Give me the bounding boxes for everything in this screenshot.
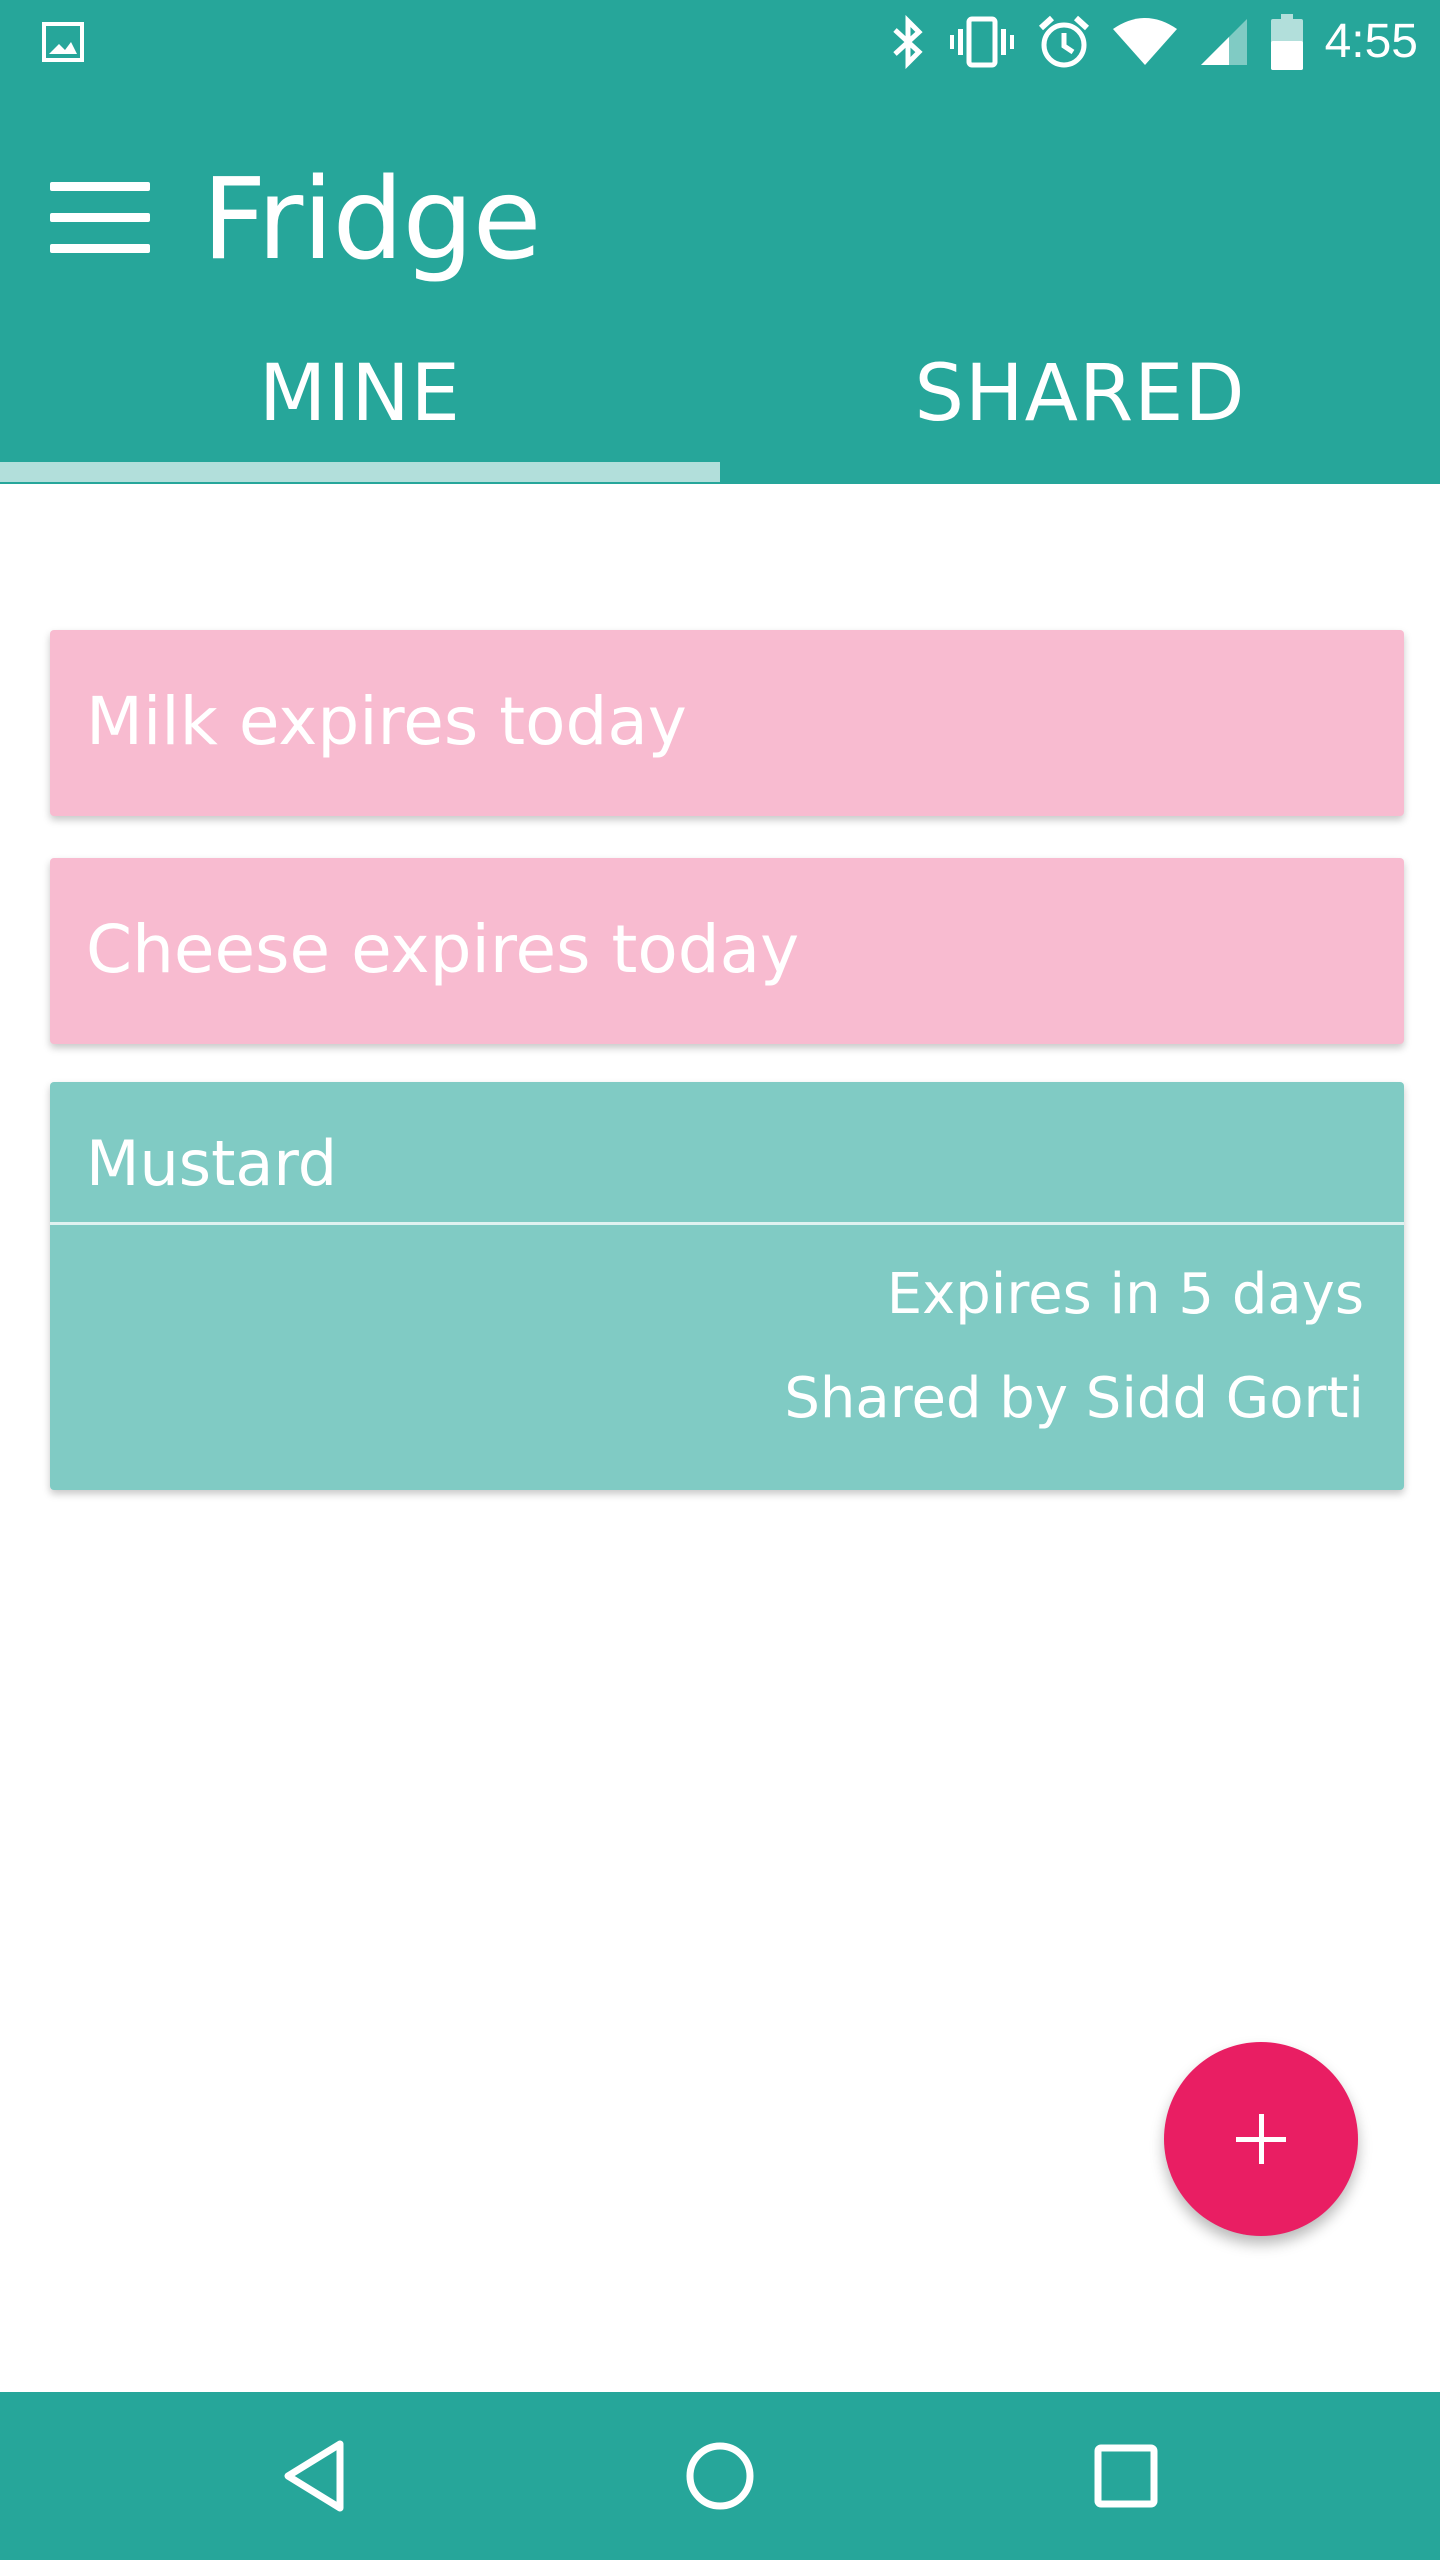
menu-icon: [50, 182, 150, 191]
item-title: Mustard: [86, 1127, 338, 1200]
home-button[interactable]: [680, 2436, 760, 2516]
tab-mine[interactable]: MINE: [0, 316, 720, 484]
image-notification-icon: [42, 22, 84, 66]
alarm-icon: [1038, 15, 1089, 68]
menu-button[interactable]: [50, 182, 150, 254]
clock-time: 4:55: [1324, 15, 1418, 68]
tab-shared[interactable]: SHARED: [720, 316, 1440, 484]
back-icon: [284, 2440, 344, 2512]
app-bar: Fridge: [0, 84, 1440, 324]
card-divider: [50, 1222, 1404, 1225]
item-title: Cheese expires today: [86, 911, 800, 988]
vibrate-icon: [949, 16, 1014, 68]
status-icons: 4:55: [889, 12, 1418, 72]
wifi-icon: [1112, 18, 1177, 65]
add-item-button[interactable]: [1164, 2042, 1358, 2236]
tab-indicator: [0, 462, 720, 482]
bluetooth-icon: [892, 15, 923, 69]
item-expiry: Expires in 5 days: [886, 1262, 1364, 1327]
app-title: Fridge: [202, 155, 542, 285]
item-card-mustard[interactable]: Mustard Expires in 5 days Shared by Sidd…: [50, 1082, 1404, 1490]
item-title: Milk expires today: [86, 683, 687, 760]
battery-icon: [1270, 14, 1303, 70]
back-button[interactable]: [274, 2436, 354, 2516]
tab-bar: MINE SHARED: [0, 316, 1440, 484]
recents-icon: [1094, 2444, 1158, 2508]
item-card-cheese[interactable]: Cheese expires today: [50, 858, 1404, 1044]
item-shared-by: Shared by Sidd Gorti: [784, 1366, 1364, 1431]
item-card-milk[interactable]: Milk expires today: [50, 630, 1404, 816]
status-bar: 4:55: [0, 0, 1440, 84]
signal-icon: [1200, 19, 1247, 65]
navigation-bar: [0, 2392, 1440, 2560]
home-icon: [686, 2442, 754, 2510]
recents-button[interactable]: [1086, 2436, 1166, 2516]
plus-icon: [1236, 2114, 1286, 2164]
